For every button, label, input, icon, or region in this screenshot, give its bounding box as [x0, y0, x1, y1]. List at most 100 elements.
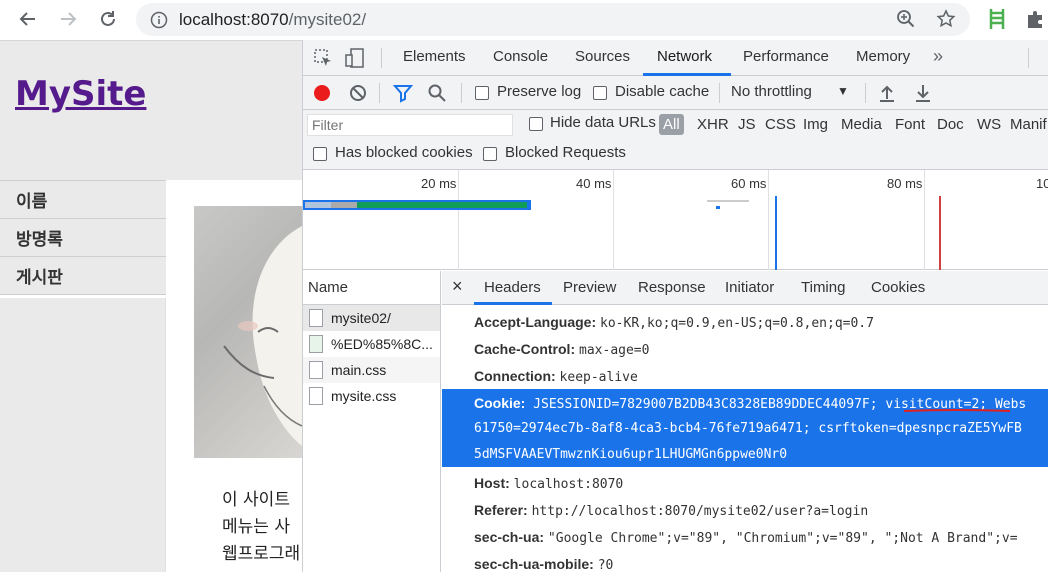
- address-bar[interactable]: localhost:8070/mysite02/: [136, 3, 970, 36]
- timeline-bar-download: [357, 202, 527, 208]
- request-details: × Headers Preview Response Initiator Tim…: [442, 271, 1048, 572]
- extension-ladder-icon[interactable]: [987, 8, 1007, 30]
- details-tab-bar: × Headers Preview Response Initiator Tim…: [442, 271, 1048, 305]
- header-row: Accept-Language: ko-KR,ko;q=0.9,en-US;q=…: [474, 314, 874, 331]
- type-filter-ws[interactable]: WS: [973, 114, 1005, 135]
- type-filter-font[interactable]: Font: [891, 114, 929, 135]
- back-arrow-icon: [19, 12, 35, 26]
- export-har-icon[interactable]: [913, 83, 933, 103]
- intro-text: 이 사이트 메뉴는 사 웹프로그래: [222, 490, 301, 564]
- timeline-bar-queue: [305, 202, 331, 208]
- site-title-link[interactable]: MySite: [15, 74, 146, 114]
- tab-cookies[interactable]: Cookies: [871, 279, 925, 296]
- network-filter-bar: Hide data URLs All XHR JS CSS Img Media …: [303, 110, 1048, 170]
- header-row: Connection: keep-alive: [474, 368, 638, 385]
- tab-console[interactable]: Console: [493, 48, 548, 65]
- blocked-requests-checkbox[interactable]: [483, 147, 497, 161]
- devtools-tab-bar: Elements Console Sources Network Perform…: [303, 40, 1048, 76]
- tab-timing[interactable]: Timing: [801, 279, 845, 296]
- sidebar-background: [0, 298, 166, 572]
- back-button[interactable]: [16, 7, 40, 31]
- tab-sources[interactable]: Sources: [575, 48, 630, 65]
- type-filter-doc[interactable]: Doc: [933, 114, 968, 135]
- network-overview-timeline[interactable]: 20 ms 40 ms 60 ms 80 ms 10: [303, 170, 1048, 270]
- site-header: MySite: [0, 40, 302, 180]
- request-row[interactable]: mysite02/: [303, 305, 440, 331]
- load-event-marker: [939, 196, 941, 270]
- tab-response[interactable]: Response: [638, 279, 706, 296]
- tab-elements[interactable]: Elements: [403, 48, 466, 65]
- cookie-line-3: 5dMSFVAAEVTmwznKiou6upr1LHUGMGn6ppwe0Nr0: [474, 447, 788, 462]
- header-row: sec-ch-ua-mobile: ?0: [474, 556, 614, 572]
- grid-line: [924, 170, 925, 270]
- tab-network[interactable]: Network: [657, 48, 712, 65]
- network-toolbar: Preserve log Disable cache No throttling…: [303, 76, 1048, 110]
- type-filter-xhr[interactable]: XHR: [693, 114, 733, 135]
- nav-item-name[interactable]: 이름: [0, 180, 166, 219]
- nav-item-guestbook[interactable]: 방명록: [0, 218, 166, 257]
- tick-label: 60 ms: [731, 176, 767, 191]
- search-icon[interactable]: [427, 83, 447, 103]
- filter-icon[interactable]: [393, 83, 413, 103]
- bookmark-star-icon[interactable]: [936, 9, 956, 29]
- side-navigation: 이름 방명록 게시판: [0, 180, 166, 295]
- close-icon[interactable]: ×: [452, 276, 463, 297]
- nav-item-board[interactable]: 게시판: [0, 256, 166, 295]
- filter-input[interactable]: [307, 114, 513, 136]
- type-filter-manifest[interactable]: Manif: [1006, 114, 1048, 135]
- request-row[interactable]: mysite.css: [303, 383, 440, 409]
- blocked-cookies-checkbox[interactable]: [313, 147, 327, 161]
- stylesheet-icon: [309, 387, 323, 405]
- timeline-bar-wait: [331, 202, 357, 208]
- inspect-element-icon[interactable]: [313, 48, 333, 68]
- dropdown-arrow-icon[interactable]: ▼: [837, 84, 849, 98]
- tab-headers[interactable]: Headers: [484, 279, 541, 296]
- header-row: Cache-Control: max-age=0: [474, 341, 650, 358]
- cookie-header-selected[interactable]: Cookie: JSESSIONID=7829007B2DB43C8328EB8…: [442, 389, 1048, 467]
- tab-initiator[interactable]: Initiator: [725, 279, 774, 296]
- hide-data-urls-checkbox[interactable]: [529, 117, 543, 131]
- header-row: sec-ch-ua: "Google Chrome";v="89", "Chro…: [474, 529, 1018, 546]
- active-detail-tab-indicator: [474, 302, 552, 305]
- document-icon: [309, 309, 323, 327]
- disable-cache-checkbox[interactable]: [593, 86, 607, 100]
- disable-cache-label: Disable cache: [615, 83, 710, 100]
- record-icon[interactable]: [312, 83, 332, 103]
- browser-toolbar: localhost:8070/mysite02/: [0, 0, 1048, 40]
- forward-button[interactable]: [56, 7, 80, 31]
- header-row: Host: localhost:8070: [474, 475, 624, 492]
- preserve-log-label: Preserve log: [497, 83, 582, 100]
- hide-data-urls-label: Hide data URLs: [550, 114, 656, 131]
- device-toolbar-icon[interactable]: [345, 48, 365, 68]
- tab-preview[interactable]: Preview: [563, 279, 616, 296]
- devtools-panel: Elements Console Sources Network Perform…: [302, 40, 1048, 572]
- request-row[interactable]: %ED%85%8C...: [303, 331, 440, 357]
- more-tabs-icon[interactable]: »: [933, 46, 943, 67]
- reload-icon: [101, 11, 115, 26]
- throttling-select[interactable]: No throttling: [731, 83, 812, 100]
- tab-performance[interactable]: Performance: [743, 48, 829, 65]
- clear-icon[interactable]: [348, 83, 368, 103]
- type-filter-css[interactable]: CSS: [761, 114, 800, 135]
- reload-button[interactable]: [96, 7, 120, 31]
- web-page: MySite 이름 방명록 게시판 이 사이트 메뉴는 사 웹프로그래: [0, 40, 302, 572]
- type-filter-media[interactable]: Media: [837, 114, 886, 135]
- timeline-bar: [716, 206, 720, 209]
- zoom-icon[interactable]: [896, 9, 916, 29]
- type-filter-img[interactable]: Img: [799, 114, 832, 135]
- cookie-line-2: 61750=2974ec7b-8af8-4ca3-bcb4-76fe719a64…: [474, 421, 1022, 436]
- request-row[interactable]: main.css: [303, 357, 440, 383]
- stylesheet-icon: [309, 361, 323, 379]
- type-filter-js[interactable]: JS: [734, 114, 760, 135]
- preserve-log-checkbox[interactable]: [475, 86, 489, 100]
- tab-memory[interactable]: Memory: [856, 48, 910, 65]
- grid-line: [613, 170, 614, 270]
- extensions-puzzle-icon[interactable]: [1025, 8, 1047, 30]
- type-filter-all[interactable]: All: [659, 114, 684, 135]
- illustration-image: [223, 226, 302, 446]
- info-icon[interactable]: [150, 11, 168, 29]
- grid-line: [768, 170, 769, 270]
- name-column-header[interactable]: Name: [303, 271, 440, 305]
- timeline-bar: [707, 200, 749, 202]
- import-har-icon[interactable]: [877, 83, 897, 103]
